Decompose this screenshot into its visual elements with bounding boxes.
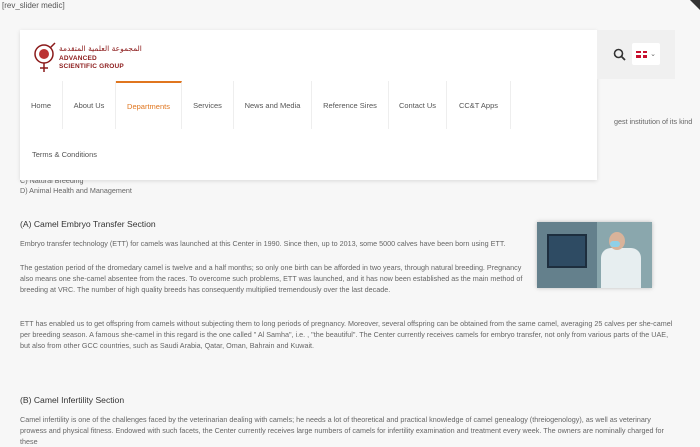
language-selector[interactable]: ⌄ — [632, 43, 660, 65]
logo-text-line1: ADVANCED — [59, 55, 97, 62]
header-tools: ⌄ — [597, 30, 675, 79]
nav-item-about-us[interactable]: About Us — [63, 81, 116, 129]
nav-item-contact-us[interactable]: Contact Us — [389, 81, 447, 129]
section-a-paragraph-2: The gestation period of the dromedary ca… — [20, 263, 523, 294]
nav-item-news-and-media[interactable]: News and Media — [234, 81, 312, 129]
nav-item-terms[interactable]: Terms & Conditions — [20, 129, 97, 180]
corner-triangle — [690, 0, 700, 10]
main-nav: Home About Us Departments Services News … — [20, 81, 597, 129]
nav-item-services[interactable]: Services — [182, 81, 234, 129]
chevron-down-icon: ⌄ — [650, 51, 656, 58]
list-item-d: D) Animal Health and Management — [20, 186, 132, 195]
logo-text-line2: SCIENTIFIC GROUP — [59, 63, 124, 70]
logo-emblem-icon — [34, 42, 56, 72]
section-b-title: (B) Camel Infertility Section — [20, 395, 125, 405]
section-a-title: (A) Camel Embryo Transfer Section — [20, 219, 156, 229]
section-b-paragraph-1: Camel infertility is one of the challeng… — [20, 415, 664, 446]
section-a-paragraph-3: ETT has enabled us to get offspring from… — [20, 319, 673, 350]
search-icon[interactable] — [612, 47, 628, 63]
logo-arabic-text: المجموعة العلمية المتقدمة — [59, 44, 142, 53]
partial-right-text: gest institution of its kind — [614, 117, 693, 126]
nav-item-cct-apps[interactable]: CC&T Apps — [447, 81, 511, 129]
nav-item-home[interactable]: Home — [20, 81, 63, 129]
nav-item-departments[interactable]: Departments — [116, 81, 182, 129]
lab-photo — [537, 222, 652, 288]
monitor-shape — [547, 234, 587, 268]
site-header: المجموعة العلمية المتقدمة ADVANCED SCIEN… — [20, 30, 597, 180]
uk-flag-icon — [636, 50, 648, 58]
nav-item-reference-sires[interactable]: Reference Sires — [312, 81, 389, 129]
section-a-paragraph-1: Embryo transfer technology (ETT) for cam… — [20, 239, 506, 248]
shortcode-text: [rev_slider medic] — [2, 1, 65, 10]
person-shape — [601, 248, 641, 288]
logo[interactable]: المجموعة العلمية المتقدمة ADVANCED SCIEN… — [32, 42, 142, 76]
